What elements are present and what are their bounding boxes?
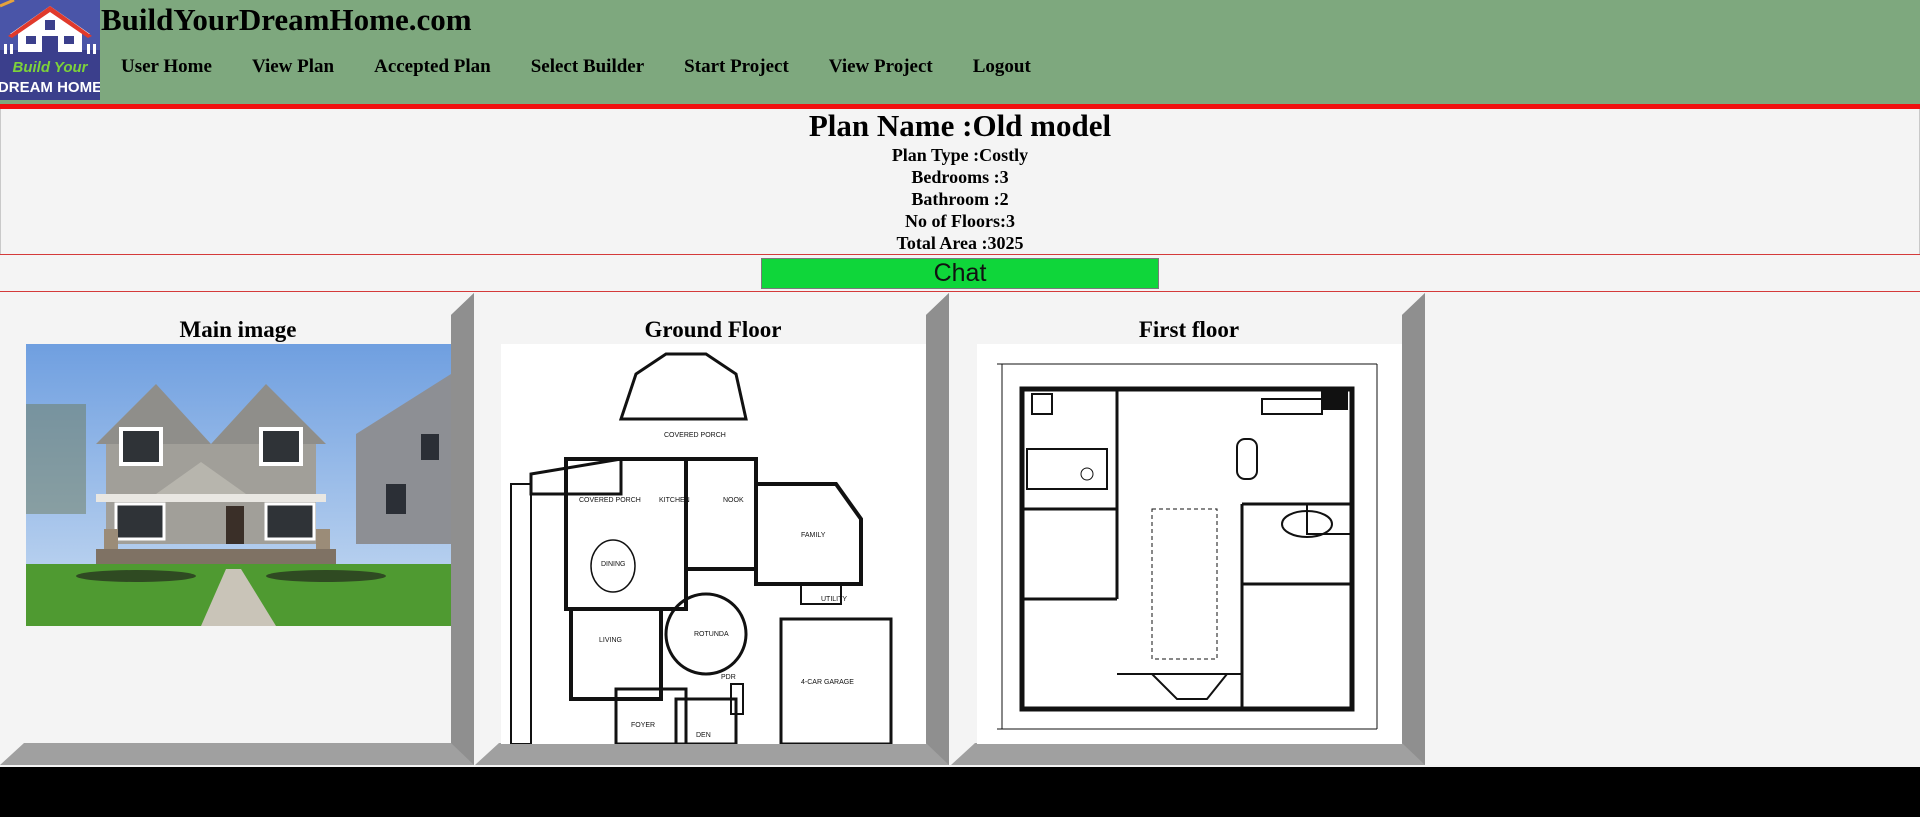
label-rotunda: ROTUNDA (694, 631, 729, 638)
house-logo-icon: Build Your DREAM HOME (0, 0, 100, 100)
chat-row: Chat (0, 254, 1920, 292)
label-den: DEN (696, 732, 711, 739)
label-dining: DINING (601, 561, 626, 568)
logo-text-bottom: DREAM HOME (0, 79, 100, 96)
footer (0, 767, 1920, 817)
label-family: FAMILY (801, 532, 826, 539)
label-pdr: PDR (721, 674, 736, 681)
site-logo[interactable]: Build Your DREAM HOME (0, 0, 100, 100)
nav-select-builder[interactable]: Select Builder (531, 56, 644, 82)
first-floor-panel: First floor (951, 293, 1425, 765)
house-photo[interactable] (26, 344, 451, 626)
ground-floor-plan[interactable]: COVERED PORCH COVERED PORCH KITCHEN NOOK… (501, 344, 926, 744)
nav-user-home[interactable]: User Home (121, 56, 212, 82)
first-floor-plan[interactable] (977, 344, 1402, 744)
house-photo-image (26, 344, 451, 626)
ground-floor-plan-image: COVERED PORCH COVERED PORCH KITCHEN NOOK… (510, 352, 893, 744)
ground-floor-panel: Ground Floor COVERED PORCH COVERED PORCH… (475, 293, 949, 765)
plan-bedrooms: Bedrooms :3 (911, 167, 1009, 187)
plan-name: Plan Name :Old model (808, 108, 1112, 143)
panel-title-first-floor: First floor (1138, 317, 1240, 342)
logo-text-top: Build Your (13, 59, 89, 76)
nav-view-project[interactable]: View Project (829, 56, 933, 82)
nav-logout[interactable]: Logout (973, 56, 1031, 82)
plan-info: Plan Name :Old model Plan Type :Costly B… (0, 108, 1920, 254)
main-image-panel: Main image (0, 293, 474, 765)
panel-title-ground-floor: Ground Floor (644, 317, 782, 342)
label-foyer: FOYER (631, 722, 655, 729)
nav-view-plan[interactable]: View Plan (252, 56, 334, 82)
site-header: Build Your DREAM HOME BuildYourDreamHome… (0, 0, 1920, 109)
label-kitchen: KITCHEN (659, 497, 690, 504)
site-title: BuildYourDreamHome.com (101, 2, 472, 37)
panel-title-main-image: Main image (179, 317, 297, 342)
label-covered-porch-left: COVERED PORCH (579, 497, 641, 504)
plan-total-area: Total Area :3025 (896, 233, 1024, 253)
plan-type: Plan Type :Costly (891, 145, 1029, 165)
plan-bathroom: Bathroom :2 (911, 189, 1009, 209)
main-nav: User Home View Plan Accepted Plan Select… (121, 56, 1031, 82)
label-garage: 4-CAR GARAGE (801, 679, 854, 686)
nav-start-project[interactable]: Start Project (684, 56, 789, 82)
chat-button[interactable]: Chat (761, 258, 1159, 289)
label-nook: NOOK (723, 497, 744, 504)
nav-accepted-plan[interactable]: Accepted Plan (374, 56, 491, 82)
plan-floors: No of Floors:3 (905, 211, 1015, 231)
label-utility: UTILITY (821, 596, 847, 603)
first-floor-plan-image (997, 363, 1378, 730)
label-living: LIVING (599, 637, 622, 644)
label-covered-porch-top: COVERED PORCH (664, 432, 726, 439)
